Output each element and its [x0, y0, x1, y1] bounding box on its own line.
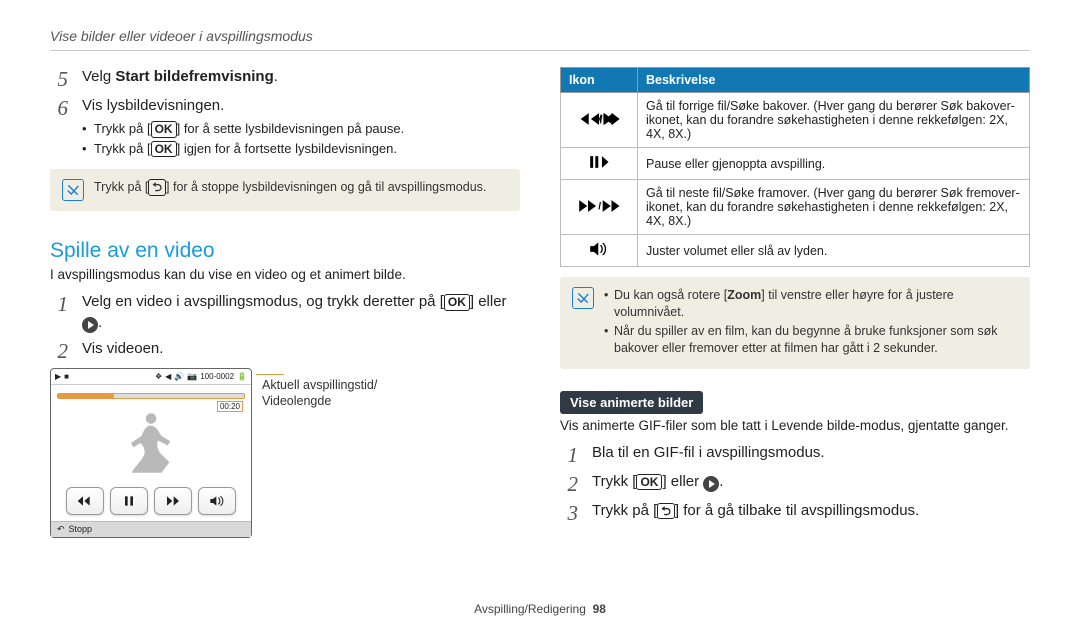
step-body: Vis videoen.: [82, 339, 520, 362]
page-footer: Avspilling/Redigering 98: [0, 602, 1080, 616]
skip-back-rewind-icon: /: [561, 93, 638, 148]
dancer-silhouette: [123, 408, 179, 481]
progress-bar: [57, 393, 245, 399]
note-video-controls: Du kan også rotere [Zoom] til venstre el…: [560, 277, 1030, 369]
video-player-mock: ▶■ ❖◀🔊📷100-0002🔋 00:20: [50, 368, 252, 538]
figure-callout: Aktuell avspillingstid/ Videolengde: [262, 368, 377, 410]
steps-1-2: 1 Velg en video i avspillingsmodus, og t…: [50, 292, 520, 362]
volume-icon: [561, 235, 638, 267]
svg-text:/: /: [598, 201, 601, 212]
section-title-play-video: Spille av en video: [50, 239, 520, 263]
steps-5-6: 5 Velg Start bildefremvisning. 6 Vis lys…: [50, 67, 520, 159]
pause-button[interactable]: [110, 487, 148, 515]
step-body: Vis lysbildevisningen. Trykk på [OK] for…: [82, 96, 520, 159]
icon-description-table: Ikon Beskrivelse / Gå til forrige fil/Sø…: [560, 67, 1030, 267]
th-desc: Beskrivelse: [638, 68, 1030, 93]
step-number: 2: [50, 341, 68, 362]
step-body: Trykk på [⮌] for å gå tilbake til avspil…: [592, 501, 1030, 524]
note-slideshow: Trykk på [⮌] for å stoppe lysbildevisnin…: [50, 169, 520, 211]
elapsed-time: 00:20: [217, 401, 243, 412]
step-body: Velg Start bildefremvisning.: [82, 67, 520, 90]
section-intro: I avspillingsmodus kan du vise en video …: [50, 267, 520, 282]
forward-skip-icon: /: [561, 180, 638, 235]
step-number: 1: [560, 445, 578, 466]
subsection-intro: Vis animerte GIF-filer som ble tatt i Le…: [560, 418, 1030, 433]
play-indicator-icon: ■: [64, 372, 69, 381]
step-body: Bla til en GIF-fil i avspillingsmodus.: [592, 443, 1030, 466]
desc-fwd: Gå til neste fil/Søke framover. (Hver ga…: [638, 180, 1030, 235]
forward-button[interactable]: [154, 487, 192, 515]
step-number: 2: [560, 474, 578, 495]
desc-back: Gå til forrige fil/Søke bakover. (Hver g…: [638, 93, 1030, 148]
breadcrumb: Vise bilder eller videoer i avspillingsm…: [50, 28, 1030, 51]
video-figure: ▶■ ❖◀🔊📷100-0002🔋 00:20: [50, 368, 520, 538]
step-number: 6: [50, 98, 68, 159]
right-column: Ikon Beskrivelse / Gå til forrige fil/Sø…: [560, 67, 1030, 538]
left-column: 5 Velg Start bildefremvisning. 6 Vis lys…: [50, 67, 520, 538]
step-body: Trykk [OK] eller .: [592, 472, 1030, 495]
info-icon: [572, 287, 594, 309]
step-number: 3: [560, 503, 578, 524]
th-icon: Ikon: [561, 68, 638, 93]
step-body: Velg en video i avspillingsmodus, og try…: [82, 292, 520, 333]
desc-pause: Pause eller gjenoppta avspilling.: [638, 148, 1030, 180]
gif-steps: 1Bla til en GIF-fil i avspillingsmodus. …: [560, 443, 1030, 524]
subsection-pill: Vise animerte bilder: [560, 391, 703, 414]
back-icon: ↶: [57, 524, 65, 535]
svg-text:/: /: [600, 114, 603, 125]
rewind-button[interactable]: [66, 487, 104, 515]
pause-play-icon: [561, 148, 638, 180]
step-number: 5: [50, 69, 68, 90]
step-number: 1: [50, 294, 68, 333]
volume-button[interactable]: [198, 487, 236, 515]
desc-vol: Juster volumet eller slå av lyden.: [638, 235, 1030, 267]
step6-bullets: Trykk på [OK] for å sette lysbildevisnin…: [82, 120, 520, 157]
info-icon: [62, 179, 84, 201]
